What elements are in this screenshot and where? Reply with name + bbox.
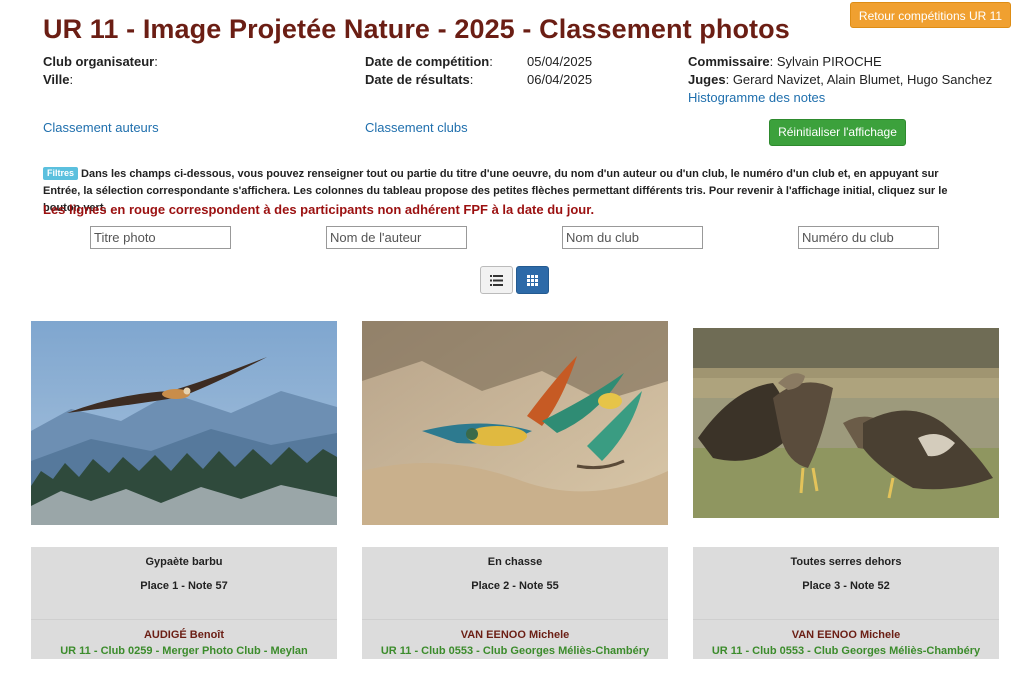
city: Ville: (43, 72, 74, 87)
list-icon (490, 274, 503, 286)
card-divider (693, 619, 999, 620)
photo-title: En chasse (487, 556, 543, 568)
photo-club: UR 11 - Club 0553 - Club Georges Méliès-… (711, 645, 981, 657)
back-to-competitions-button[interactable]: Retour compétitions UR 11 (850, 2, 1011, 28)
bee-eaters-image (362, 321, 668, 525)
author-name-input[interactable] (326, 226, 467, 249)
photo-place-note: Place 1 - Note 57 (140, 580, 228, 592)
commissaire-name: Sylvain PIROCHE (776, 54, 882, 69)
page-title: UR 11 - Image Projetée Nature - 2025 - C… (43, 14, 790, 44)
photo-card: En chasse Place 2 - Note 55 VAN EENOO Mi… (362, 547, 668, 659)
clubs-ranking-link[interactable]: Classement clubs (365, 120, 468, 135)
photo-card: Gypaète barbu Place 1 - Note 57 AUDIGÉ B… (31, 547, 337, 659)
photo-card: Toutes serres dehors Place 3 - Note 52 V… (693, 547, 999, 659)
competition-date-label: Date de compétition: (365, 54, 493, 69)
photo-club: UR 11 - Club 0259 - Merger Photo Club - … (60, 645, 308, 657)
photo-author: AUDIGÉ Benoît (143, 629, 225, 641)
club-name-input[interactable] (562, 226, 703, 249)
photo-thumbnail-2[interactable] (362, 321, 668, 525)
results-date-label: Date de résultats: (365, 72, 474, 87)
filters-badge: Filtres (43, 167, 79, 180)
photo-title-input[interactable] (90, 226, 231, 249)
non-member-warning: Les lignes en rouge correspondent à des … (43, 202, 595, 217)
grid-icon (527, 274, 538, 286)
photo-thumbnail-3[interactable] (693, 328, 999, 518)
photo-title: Gypaète barbu (145, 556, 223, 568)
photo-club: UR 11 - Club 0553 - Club Georges Méliès-… (380, 645, 650, 657)
club-organizer: Club organisateur: (43, 54, 158, 69)
card-divider (362, 619, 668, 620)
histogram-link[interactable]: Histogramme des notes (688, 90, 825, 105)
authors-ranking-link[interactable]: Classement auteurs (43, 120, 159, 135)
photo-title: Toutes serres dehors (790, 556, 902, 568)
competition-date-value: 05/04/2025 (527, 54, 593, 69)
photo-author: VAN EENOO Michele (791, 629, 901, 641)
commissaire: Commissaire: Sylvain PIROCHE (688, 54, 882, 69)
judges-names: Gerard Navizet, Alain Blumet, Hugo Sanch… (732, 72, 993, 87)
judges: Juges: Gerard Navizet, Alain Blumet, Hug… (688, 72, 993, 87)
photo-author: VAN EENOO Michele (460, 629, 570, 641)
club-number-input[interactable] (798, 226, 939, 249)
reset-display-button[interactable]: Réinitialiser l'affichage (769, 119, 906, 146)
photo-thumbnail-1[interactable] (31, 321, 337, 525)
list-view-button[interactable] (480, 266, 513, 294)
card-divider (31, 619, 337, 620)
grid-view-button[interactable] (516, 266, 549, 294)
bearded-vulture-image (31, 321, 337, 525)
results-date-value: 06/04/2025 (527, 72, 593, 87)
fighting-eagles-image (693, 328, 999, 518)
photo-place-note: Place 3 - Note 52 (802, 580, 890, 592)
photo-place-note: Place 2 - Note 55 (471, 580, 559, 592)
